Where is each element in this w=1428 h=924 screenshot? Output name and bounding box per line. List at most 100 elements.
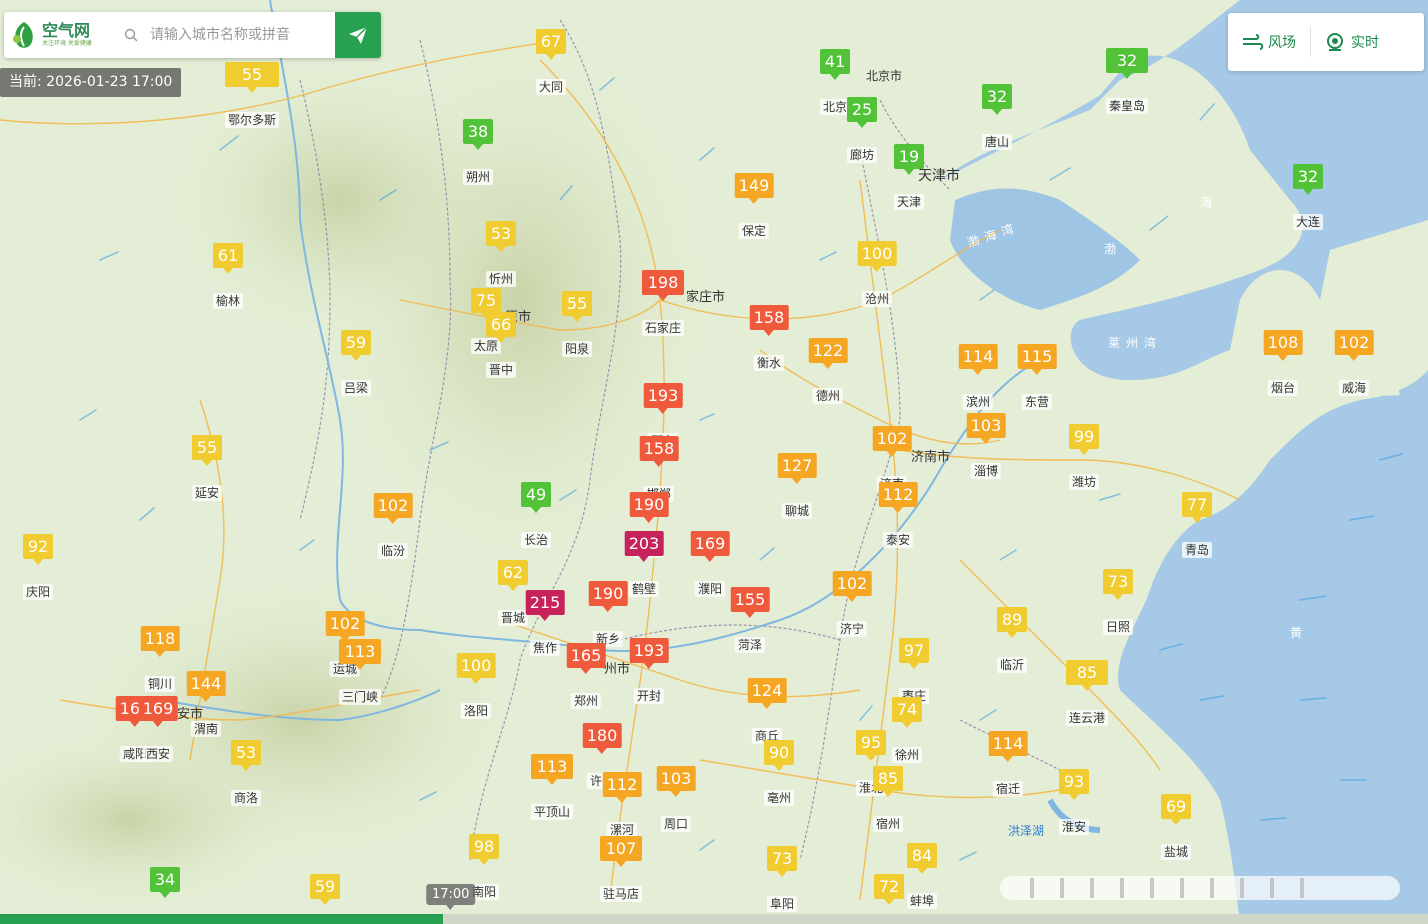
logo[interactable]: 空气网 关注环境 关爱健康: [4, 19, 116, 51]
aqi-value-badge[interactable]: 102: [325, 611, 365, 642]
aqi-value-badge[interactable]: 112: [602, 772, 642, 803]
station-marker[interactable]: 61 榆林: [212, 243, 244, 309]
station-marker[interactable]: 114 宿迁: [988, 731, 1028, 797]
station-marker[interactable]: 69 盐城: [1160, 794, 1192, 860]
station-marker[interactable]: 66 晋中: [485, 312, 517, 378]
station-marker[interactable]: 84 蚌埠: [906, 843, 938, 909]
station-marker[interactable]: 149 保定: [734, 173, 774, 239]
station-marker[interactable]: 144 渭南: [186, 671, 226, 737]
aqi-value-badge[interactable]: 66: [485, 312, 517, 343]
aqi-value-badge[interactable]: 114: [988, 731, 1028, 762]
station-marker[interactable]: 55 阳泉: [561, 291, 593, 357]
aqi-value-badge[interactable]: 59: [340, 330, 372, 361]
station-marker[interactable]: 32 唐山: [981, 84, 1013, 150]
aqi-value-badge[interactable]: 169: [138, 696, 178, 727]
station-marker[interactable]: 100 沧州: [857, 241, 897, 307]
aqi-value-badge[interactable]: 102: [373, 493, 413, 524]
search-input[interactable]: [148, 26, 332, 44]
aqi-value-badge[interactable]: 97: [898, 638, 930, 669]
station-marker[interactable]: 92 庆阳: [22, 534, 54, 600]
aqi-value-badge[interactable]: 108: [1263, 330, 1303, 361]
aqi-value-badge[interactable]: 53: [230, 740, 262, 771]
station-marker[interactable]: 113 三门峡: [338, 639, 382, 705]
station-marker[interactable]: 73 日照: [1102, 569, 1134, 635]
aqi-value-badge[interactable]: 67: [535, 29, 567, 60]
aqi-value-badge[interactable]: 34: [149, 867, 181, 898]
station-marker[interactable]: 74 徐州: [891, 697, 923, 763]
station-marker[interactable]: 19 天津: [893, 144, 925, 210]
aqi-value-badge[interactable]: 25: [846, 97, 878, 128]
station-marker[interactable]: 90 亳州: [763, 740, 795, 806]
station-marker[interactable]: 41 北京: [819, 49, 851, 115]
station-marker[interactable]: 122 德州: [808, 338, 848, 404]
aqi-value-badge[interactable]: 103: [656, 766, 696, 797]
aqi-value-badge[interactable]: 32: [1292, 164, 1324, 195]
realtime-button[interactable]: 实时: [1311, 27, 1393, 57]
aqi-value-badge[interactable]: 127: [777, 453, 817, 484]
aqi-value-badge[interactable]: 75: [470, 288, 502, 319]
station-marker[interactable]: 102 济宁: [832, 571, 872, 637]
station-marker[interactable]: 108 烟台: [1263, 330, 1303, 396]
station-marker[interactable]: 99 潍坊: [1068, 424, 1100, 490]
station-marker[interactable]: 97 枣庄: [898, 638, 930, 704]
aqi-value-badge[interactable]: 103: [966, 413, 1006, 444]
aqi-value-badge[interactable]: 38: [462, 119, 494, 150]
station-marker[interactable]: 113 平顶山: [530, 754, 574, 820]
aqi-value-badge[interactable]: 158: [639, 436, 679, 467]
station-marker[interactable]: 55 延安: [191, 435, 223, 501]
station-marker[interactable]: 89 临沂: [996, 607, 1028, 673]
aqi-value-badge[interactable]: 73: [1102, 569, 1134, 600]
aqi-value-badge[interactable]: 59: [309, 874, 341, 905]
timeline-slider[interactable]: 17:00: [0, 884, 1428, 924]
aqi-value-badge[interactable]: 122: [808, 338, 848, 369]
station-marker[interactable]: 103 周口: [656, 766, 696, 832]
aqi-value-badge[interactable]: 169: [690, 531, 730, 562]
aqi-value-badge[interactable]: 100: [456, 653, 496, 684]
station-marker[interactable]: 25 廊坊: [846, 97, 878, 163]
aqi-value-badge[interactable]: 85: [872, 766, 904, 797]
timeline-handle[interactable]: 17:00: [425, 884, 476, 910]
aqi-value-badge[interactable]: 149: [734, 173, 774, 204]
aqi-value-badge[interactable]: 113: [530, 754, 574, 785]
station-marker[interactable]: 169 濮阳: [690, 531, 730, 597]
station-marker[interactable]: 62 晋城: [497, 560, 529, 626]
aqi-value-badge[interactable]: 112: [878, 482, 918, 513]
aqi-value-badge[interactable]: 118: [140, 626, 180, 657]
station-marker[interactable]: 49 长治: [520, 482, 552, 548]
map-canvas[interactable]: 北京市 天津市 家庄市 济南市 原市 州市 安市 渤海湾 莱州湾 渤 海 黄 洪…: [0, 0, 1428, 924]
station-marker[interactable]: 102 威海: [1334, 330, 1374, 396]
aqi-value-badge[interactable]: 55: [191, 435, 223, 466]
station-marker[interactable]: 53 忻州: [485, 221, 517, 287]
aqi-value-badge[interactable]: 115: [1017, 344, 1057, 375]
station-marker[interactable]: 67 大同: [535, 29, 567, 95]
aqi-value-badge[interactable]: 203: [624, 531, 664, 562]
station-marker[interactable]: 155 菏泽: [730, 587, 770, 653]
station-marker[interactable]: 38 朔州: [462, 119, 494, 185]
station-marker[interactable]: 114 滨州: [958, 344, 998, 410]
station-marker[interactable]: 100 洛阳: [456, 653, 496, 719]
aqi-value-badge[interactable]: 62: [497, 560, 529, 591]
aqi-value-badge[interactable]: 102: [1334, 330, 1374, 361]
station-marker[interactable]: 53 商洛: [230, 740, 262, 806]
aqi-value-badge[interactable]: 74: [891, 697, 923, 728]
aqi-value-badge[interactable]: 198: [641, 270, 685, 301]
aqi-value-badge[interactable]: 98: [468, 834, 500, 865]
station-marker[interactable]: 124 商丘: [747, 678, 787, 744]
aqi-value-badge[interactable]: 89: [996, 607, 1028, 638]
aqi-value-badge[interactable]: 215: [525, 590, 565, 621]
aqi-value-badge[interactable]: 102: [872, 426, 912, 457]
station-marker[interactable]: 193 开封: [629, 638, 669, 704]
station-marker[interactable]: 127 聊城: [777, 453, 817, 519]
aqi-value-badge[interactable]: 190: [629, 492, 669, 523]
aqi-value-badge[interactable]: 55: [561, 291, 593, 322]
aqi-value-badge[interactable]: 49: [520, 482, 552, 513]
aqi-value-badge[interactable]: 113: [338, 639, 382, 670]
aqi-value-badge[interactable]: 193: [643, 383, 683, 414]
station-marker[interactable]: 77 青岛: [1181, 492, 1213, 558]
station-marker[interactable]: 85 宿州: [872, 766, 904, 832]
station-marker[interactable]: 32 秦皇岛: [1105, 48, 1149, 114]
station-marker[interactable]: 118 铜川: [140, 626, 180, 692]
aqi-value-badge[interactable]: 144: [186, 671, 226, 702]
station-marker[interactable]: 158 衡水: [749, 305, 789, 371]
aqi-value-badge[interactable]: 73: [766, 846, 798, 877]
